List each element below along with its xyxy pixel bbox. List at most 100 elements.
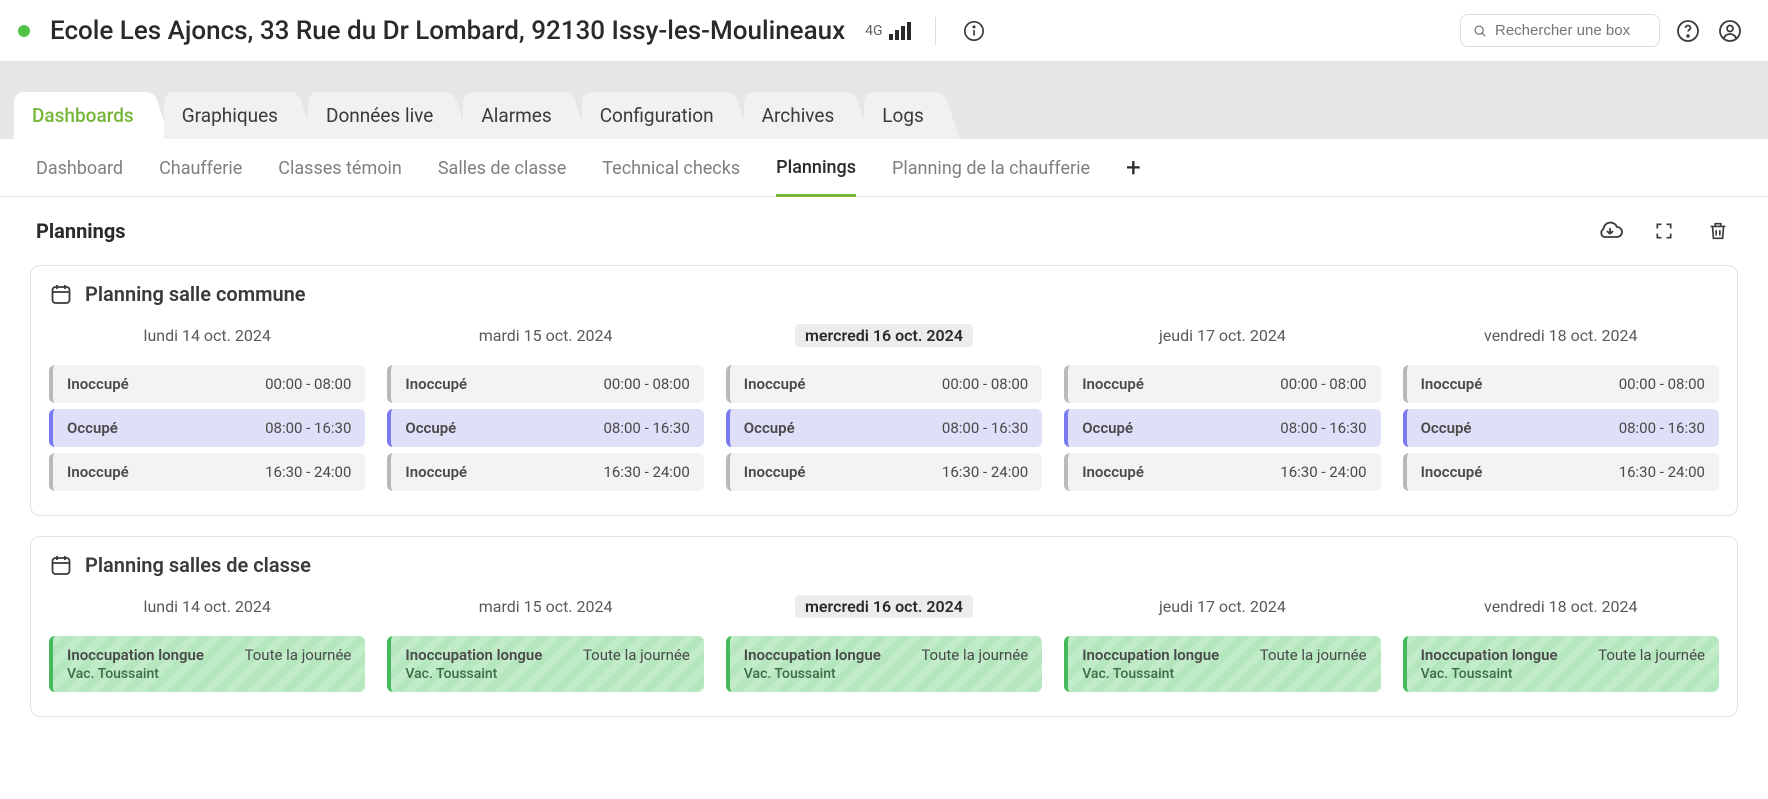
page-actions	[1596, 217, 1732, 245]
trash-icon	[1707, 220, 1729, 242]
time-slot[interactable]: Inoccupé 16:30 - 24:00	[1064, 453, 1380, 491]
time-slot[interactable]: Inoccupation longue Toute la journée Vac. …	[1064, 636, 1380, 692]
tab-dashboards[interactable]: Dashboards	[14, 92, 152, 139]
slot-time: 08:00 - 16:30	[942, 419, 1028, 437]
planning-card: Planning salles de classelundi 14 oct. 2…	[30, 536, 1738, 717]
day-label: lundi 14 oct. 2024	[49, 595, 365, 618]
cloud-download-button[interactable]	[1596, 217, 1624, 245]
day-label: mardi 15 oct. 2024	[387, 324, 703, 347]
time-slot[interactable]: Occupé08:00 - 16:30	[387, 409, 703, 447]
day-label: vendredi 18 oct. 2024	[1403, 595, 1719, 618]
fullscreen-button[interactable]	[1650, 217, 1678, 245]
search-input[interactable]	[1495, 22, 1647, 39]
tab-données-live[interactable]: Données live	[308, 92, 451, 139]
slot-time: Toute la journée	[1598, 646, 1705, 664]
time-slot[interactable]: Inoccupation longue Toute la journée Vac. …	[1403, 636, 1719, 692]
profile-button[interactable]	[1716, 17, 1744, 45]
day-label: mardi 15 oct. 2024	[387, 595, 703, 618]
slot-time: Toute la journée	[1260, 646, 1367, 664]
slot-status: Inoccupé	[1421, 375, 1483, 393]
day-label: mercredi 16 oct. 2024	[795, 595, 973, 618]
slot-status: Inoccupation longue	[1421, 646, 1558, 664]
tab-configuration[interactable]: Configuration	[582, 92, 732, 139]
help-button[interactable]	[1674, 17, 1702, 45]
subtab-classes-témoin[interactable]: Classes témoin	[278, 158, 402, 195]
time-slot[interactable]: Inoccupé00:00 - 08:00	[1064, 365, 1380, 403]
time-slot[interactable]: Inoccupation longueToute la journéeVac. …	[387, 636, 703, 692]
add-subtab-button[interactable]: +	[1126, 161, 1141, 193]
slot-time: 00:00 - 08:00	[265, 375, 351, 393]
sub-tabs: Dashboard Chaufferie Classes témoin Salles …	[0, 139, 1768, 197]
day-column: vendredi 18 oct. 2024 Inoccupation longue…	[1403, 595, 1719, 692]
slot-subtitle: Vac. Toussaint	[67, 666, 351, 682]
subtab-technical-checks[interactable]: Technical checks	[602, 158, 740, 195]
time-slot[interactable]: Occupé08:00 - 16:30	[49, 409, 365, 447]
time-slot[interactable]: Occupé08:00 - 16:30	[1064, 409, 1380, 447]
slot-time: Toute la journée	[245, 646, 352, 664]
tab-archives[interactable]: Archives	[744, 92, 853, 139]
time-slot[interactable]: Inoccupation longue Toute la journée Vac. …	[49, 636, 365, 692]
slot-time: 00:00 - 08:00	[942, 375, 1028, 393]
time-slot[interactable]: Inoccupé00:00 - 08:00	[387, 365, 703, 403]
tab-logs[interactable]: Logs	[864, 92, 942, 139]
network-label: 4G	[865, 23, 882, 39]
time-slot[interactable]: Inoccupé 16:30 - 24:00	[726, 453, 1042, 491]
subtab-plannings[interactable]: Plannings	[776, 157, 856, 197]
day-column: mardi 15 oct. 2024 Inoccupation longue Tou…	[387, 595, 703, 692]
slot-time: 16:30 - 24:00	[942, 463, 1028, 481]
time-slot[interactable]: Inoccupé00:00 - 08:00	[1403, 365, 1719, 403]
slot-status: Inoccupation longue	[405, 646, 542, 664]
time-slot[interactable]: Inoccupé16:30 - 24:00	[49, 453, 365, 491]
subtab-planning-de-la-chaufferie[interactable]: Planning de la chaufferie	[892, 158, 1090, 195]
divider	[935, 17, 936, 45]
time-slot[interactable]: Inoccupé16:30 - 24:00	[1403, 453, 1719, 491]
cloud-icon	[1597, 220, 1623, 242]
slot-subtitle: Vac. Toussaint	[744, 666, 1028, 682]
day-column: mardi 15 oct. 2024 Inoccupé00:00 - 08:00 O…	[387, 324, 703, 491]
tab-alarmes[interactable]: Alarmes	[463, 92, 569, 139]
network-indicator: 4G	[865, 22, 910, 40]
slot-status: Occupé	[1421, 419, 1472, 437]
status-dot-icon	[18, 25, 30, 37]
slot-status: Inoccupé	[67, 375, 129, 393]
subtab-salles-de-classe[interactable]: Salles de classe	[438, 158, 566, 195]
time-slot[interactable]: Inoccupation longueToute la journéeVac. …	[726, 636, 1042, 692]
slot-status: Inoccupé	[67, 463, 129, 481]
slot-status: Inoccupation longue	[744, 646, 881, 664]
slot-status: Occupé	[744, 419, 795, 437]
slot-status: Inoccupé	[1082, 463, 1144, 481]
subtab-chaufferie[interactable]: Chaufferie	[159, 158, 242, 195]
day-column: jeudi 17 oct. 2024Inoccupé00:00 - 08:00O…	[1064, 324, 1380, 491]
slot-status: Inoccupé	[1082, 375, 1144, 393]
day-column: vendredi 18 oct. 2024Inoccupé00:00 - 08:…	[1403, 324, 1719, 491]
card-header: Planning salle commune	[49, 282, 1719, 306]
time-slot[interactable]: Occupé08:00 - 16:30	[1403, 409, 1719, 447]
slot-time: 08:00 - 16:30	[604, 419, 690, 437]
slot-time: 16:30 - 24:00	[604, 463, 690, 481]
info-button[interactable]	[960, 17, 988, 45]
day-column: lundi 14 oct. 2024 Inoccupé 00:00 - 08:00 O…	[49, 324, 365, 491]
site-title: Ecole Les Ajoncs, 33 Rue du Dr Lombard, …	[50, 16, 845, 46]
time-slot[interactable]: Inoccupé 00:00 - 08:00	[49, 365, 365, 403]
time-slot[interactable]: Inoccupé00:00 - 08:00	[726, 365, 1042, 403]
time-slot[interactable]: Inoccupé 16:30 - 24:00	[387, 453, 703, 491]
day-label: lundi 14 oct. 2024	[49, 324, 365, 347]
search-input-wrapper[interactable]	[1460, 14, 1660, 47]
slot-status: Inoccupé	[405, 463, 467, 481]
info-icon	[963, 20, 985, 42]
subtab-dashboard[interactable]: Dashboard	[36, 158, 123, 195]
user-icon	[1718, 19, 1742, 43]
time-slot[interactable]: Occupé 08:00 - 16:30	[726, 409, 1042, 447]
slot-subtitle: Vac. Toussaint	[1082, 666, 1366, 682]
slot-status: Inoccupation longue	[1082, 646, 1219, 664]
slot-status: Inoccupation longue	[67, 646, 204, 664]
slot-time: 16:30 - 24:00	[1280, 463, 1366, 481]
delete-button[interactable]	[1704, 217, 1732, 245]
expand-icon	[1654, 221, 1674, 241]
slot-time: 08:00 - 16:30	[265, 419, 351, 437]
calendar-icon	[49, 553, 73, 577]
slot-subtitle: Vac. Toussaint	[1421, 666, 1705, 682]
tab-graphiques[interactable]: Graphiques	[164, 92, 296, 139]
slot-status: Inoccupé	[744, 463, 806, 481]
slot-time: Toute la journée	[583, 646, 690, 664]
